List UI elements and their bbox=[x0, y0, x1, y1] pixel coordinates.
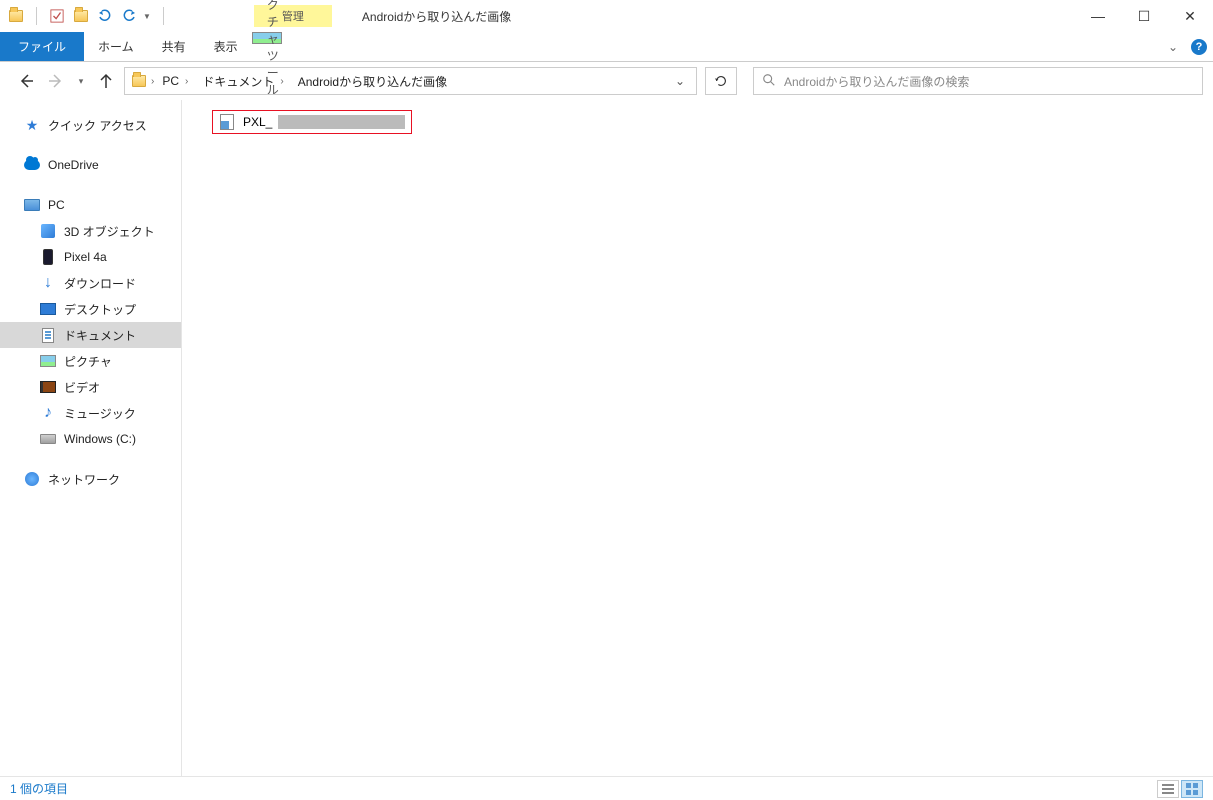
quick-access-toolbar: ▼ bbox=[0, 0, 176, 32]
search-placeholder: Androidから取り込んだ画像の検索 bbox=[784, 73, 969, 90]
chevron-right-icon[interactable]: › bbox=[151, 76, 154, 87]
video-icon bbox=[40, 379, 56, 395]
phone-icon bbox=[40, 249, 56, 265]
nav-pixel4a[interactable]: Pixel 4a bbox=[0, 244, 181, 270]
cloud-icon bbox=[24, 157, 40, 173]
file-item[interactable]: PXL_ bbox=[212, 110, 412, 134]
titlebar: ▼ 管理 Androidから取り込んだ画像 ― ☐ ✕ bbox=[0, 0, 1213, 32]
nav-desktop[interactable]: デスクトップ bbox=[0, 296, 181, 322]
qat-dropdown-icon[interactable]: ▼ bbox=[143, 12, 151, 21]
navigation-pane: ★ クイック アクセス OneDrive PC 3D オブジェクト Pixel … bbox=[0, 100, 182, 776]
chevron-right-icon[interactable]: › bbox=[280, 76, 283, 87]
nav-label: OneDrive bbox=[48, 158, 99, 172]
chevron-right-icon[interactable]: › bbox=[185, 76, 188, 87]
drive-icon bbox=[40, 431, 56, 447]
nav-label: デスクトップ bbox=[64, 301, 136, 318]
close-button[interactable]: ✕ bbox=[1167, 0, 1213, 32]
details-view-button[interactable] bbox=[1157, 780, 1179, 798]
tab-view[interactable]: 表示 bbox=[200, 32, 252, 61]
recent-dropdown-icon[interactable]: ▾ bbox=[74, 69, 88, 93]
tab-picture-tools[interactable]: ピクチャ ツール bbox=[252, 32, 282, 44]
search-icon bbox=[762, 73, 776, 90]
music-icon: ♪ bbox=[40, 405, 56, 421]
body: ★ クイック アクセス OneDrive PC 3D オブジェクト Pixel … bbox=[0, 100, 1213, 776]
undo-icon[interactable] bbox=[97, 8, 113, 24]
window-controls: ― ☐ ✕ bbox=[1075, 0, 1213, 32]
nav-3d-objects[interactable]: 3D オブジェクト bbox=[0, 218, 181, 244]
pc-icon bbox=[24, 197, 40, 213]
nav-label: ダウンロード bbox=[64, 275, 136, 292]
window-title: Androidから取り込んだ画像 bbox=[362, 8, 511, 25]
thumbnails-view-button[interactable] bbox=[1181, 780, 1203, 798]
content-pane[interactable]: PXL_ bbox=[182, 100, 1213, 776]
up-button[interactable] bbox=[94, 69, 118, 93]
file-name: PXL_ bbox=[243, 115, 272, 129]
redacted-filename bbox=[278, 115, 405, 129]
nav-label: ネットワーク bbox=[48, 471, 120, 488]
nav-label: ビデオ bbox=[64, 379, 100, 396]
nav-downloads[interactable]: ↓ ダウンロード bbox=[0, 270, 181, 296]
tab-home[interactable]: ホーム bbox=[84, 32, 148, 61]
image-file-icon bbox=[219, 114, 235, 130]
ribbon-tabs: ファイル ホーム 共有 表示 ピクチャ ツール ⌄ ? bbox=[0, 32, 1213, 62]
location-icon bbox=[129, 75, 149, 87]
item-count: 1 個の項目 bbox=[10, 780, 68, 797]
download-icon: ↓ bbox=[40, 275, 56, 291]
maximize-button[interactable]: ☐ bbox=[1121, 0, 1167, 32]
nav-label: ピクチャ bbox=[64, 353, 112, 370]
help-icon: ? bbox=[1191, 39, 1207, 55]
minimize-button[interactable]: ― bbox=[1075, 0, 1121, 32]
nav-pc[interactable]: PC bbox=[0, 192, 181, 218]
tab-file[interactable]: ファイル bbox=[0, 32, 84, 61]
nav-onedrive[interactable]: OneDrive bbox=[0, 152, 181, 178]
back-button[interactable] bbox=[14, 69, 38, 93]
nav-label: Pixel 4a bbox=[64, 250, 107, 264]
nav-videos[interactable]: ビデオ bbox=[0, 374, 181, 400]
nav-label: PC bbox=[48, 198, 65, 212]
nav-quick-access[interactable]: ★ クイック アクセス bbox=[0, 112, 181, 138]
forward-button[interactable] bbox=[44, 69, 68, 93]
breadcrumb-documents[interactable]: ドキュメント› bbox=[196, 73, 289, 90]
nav-drive-c[interactable]: Windows (C:) bbox=[0, 426, 181, 452]
nav-network[interactable]: ネットワーク bbox=[0, 466, 181, 492]
ribbon-collapse-icon[interactable]: ⌄ bbox=[1161, 32, 1185, 61]
redo-icon[interactable] bbox=[121, 8, 137, 24]
navigation-row: ▾ › PC› ドキュメント› Androidから取り込んだ画像 ⌄ Andro… bbox=[0, 62, 1213, 100]
address-bar[interactable]: › PC› ドキュメント› Androidから取り込んだ画像 ⌄ bbox=[124, 67, 697, 95]
cube-icon bbox=[40, 223, 56, 239]
status-bar: 1 個の項目 bbox=[0, 776, 1213, 800]
nav-pictures[interactable]: ピクチャ bbox=[0, 348, 181, 374]
network-icon bbox=[24, 471, 40, 487]
address-dropdown-icon[interactable]: ⌄ bbox=[668, 74, 692, 88]
new-folder-icon[interactable] bbox=[73, 8, 89, 24]
separator bbox=[36, 7, 37, 25]
help-button[interactable]: ? bbox=[1185, 32, 1213, 61]
star-icon: ★ bbox=[24, 117, 40, 133]
nav-documents[interactable]: ドキュメント bbox=[0, 322, 181, 348]
tab-share[interactable]: 共有 bbox=[148, 32, 200, 61]
nav-label: Windows (C:) bbox=[64, 432, 136, 446]
view-mode-buttons bbox=[1157, 780, 1203, 798]
separator bbox=[163, 7, 164, 25]
desktop-icon bbox=[40, 301, 56, 317]
nav-label: 3D オブジェクト bbox=[64, 223, 155, 240]
nav-label: ドキュメント bbox=[64, 327, 136, 344]
nav-label: ミュージック bbox=[64, 405, 136, 422]
app-icon[interactable] bbox=[8, 8, 24, 24]
breadcrumb-current[interactable]: Androidから取り込んだ画像 bbox=[292, 73, 453, 90]
properties-icon[interactable] bbox=[49, 8, 65, 24]
picture-icon bbox=[40, 353, 56, 369]
nav-label: クイック アクセス bbox=[48, 117, 147, 134]
manage-context-tab[interactable]: 管理 bbox=[254, 5, 332, 27]
search-box[interactable]: Androidから取り込んだ画像の検索 bbox=[753, 67, 1203, 95]
document-icon bbox=[40, 327, 56, 343]
refresh-button[interactable] bbox=[705, 67, 737, 95]
nav-music[interactable]: ♪ ミュージック bbox=[0, 400, 181, 426]
breadcrumb-pc[interactable]: PC› bbox=[156, 74, 194, 88]
